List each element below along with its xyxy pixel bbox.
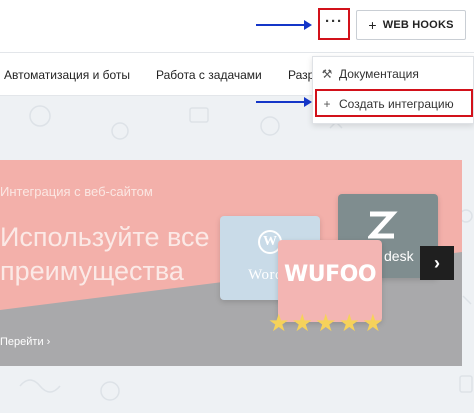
chevron-right-icon: ›	[434, 252, 440, 273]
banner-go-link[interactable]: Перейти ›	[0, 336, 50, 348]
banner-title: Используйте все преимущества	[0, 222, 210, 286]
star-icon: ★	[291, 310, 314, 337]
more-options-button[interactable]: ···	[318, 8, 350, 40]
web-hooks-label: WEB HOOKS	[382, 19, 454, 31]
star-icon: ★	[315, 310, 337, 337]
zendesk-wordmark: desk	[384, 248, 414, 264]
more-icon: ···	[325, 12, 343, 30]
menu-item-label: Документация	[339, 67, 419, 81]
nav-item-dev[interactable]: Разр	[288, 68, 314, 82]
nav-item-tasks[interactable]: Работа с задачами	[156, 68, 262, 82]
web-hooks-button[interactable]: + WEB HOOKS	[356, 10, 466, 40]
nav-item-automation[interactable]: Автоматизация и боты	[4, 68, 130, 82]
annotation-arrow-top	[256, 20, 312, 30]
top-header: ··· + WEB HOOKS	[0, 0, 474, 52]
banner-eyebrow: Интеграция с веб-сайтом	[0, 184, 153, 199]
star-icon: ★	[268, 310, 290, 337]
more-options-menu: ⚒ Документация + Создать интеграцию	[312, 56, 474, 124]
star-icon: ★	[338, 310, 361, 337]
star-icon: ★	[362, 310, 384, 337]
menu-item-create-integration[interactable]: + Создать интеграцию	[321, 97, 454, 111]
carousel-next-button[interactable]: ›	[420, 246, 454, 280]
annotation-arrow-bottom	[256, 97, 312, 107]
wufoo-wordmark: WUFOO	[283, 261, 377, 287]
menu-item-label: Создать интеграцию	[339, 97, 454, 111]
menu-item-documentation[interactable]: ⚒ Документация	[321, 67, 419, 81]
plus-icon: +	[368, 17, 377, 33]
plus-icon: +	[323, 97, 331, 111]
tools-icon: ⚒	[321, 67, 333, 81]
rating-stars: ★ ★ ★ ★ ★	[268, 312, 384, 336]
zendesk-logo-icon	[368, 211, 398, 239]
integration-banner: Интеграция с веб-сайтом Используйте все …	[0, 160, 462, 366]
